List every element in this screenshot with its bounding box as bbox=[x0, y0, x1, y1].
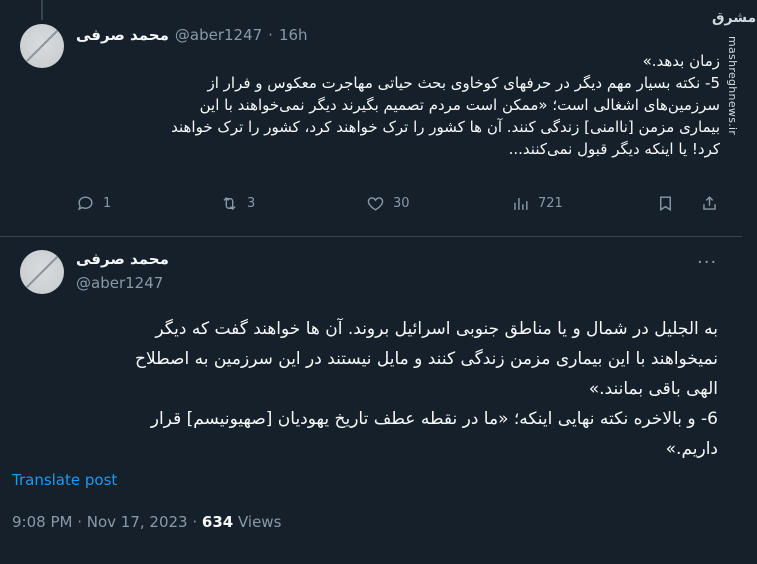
avatar[interactable] bbox=[20, 24, 64, 68]
views-icon bbox=[514, 197, 528, 210]
avatar[interactable] bbox=[20, 250, 64, 294]
tweet1-action-bar: 1 3 30 721 bbox=[76, 194, 720, 218]
tweet1-line: 5- نکته بسیار مهم دیگر در حرفهای کوخاوی … bbox=[207, 74, 720, 92]
translate-post-link[interactable]: Translate post bbox=[12, 471, 117, 489]
author-handle[interactable]: @aber1247 bbox=[175, 26, 262, 44]
views-count: 634 bbox=[201, 513, 234, 531]
views-count: 721 bbox=[538, 196, 563, 211]
tweet1-line: سرزمین‌های اشغالی است؛ «ممکن است مردم تص… bbox=[199, 96, 720, 114]
reply-button[interactable]: 1 bbox=[76, 194, 111, 213]
tweet1-header: محمد صرفی @aber1247 · 16h bbox=[76, 26, 308, 44]
share-icon bbox=[703, 196, 716, 210]
reply-count: 1 bbox=[103, 196, 112, 211]
reply-icon bbox=[77, 196, 93, 211]
author-name[interactable]: محمد صرفی bbox=[76, 26, 169, 44]
thread-connector-line bbox=[41, 0, 43, 20]
post-time[interactable]: 16h bbox=[279, 26, 308, 44]
tweet-divider bbox=[0, 236, 742, 237]
tweet2-line: نمیخواهند با این بیماری مزمن زندگی کنند … bbox=[134, 349, 718, 369]
post-timestamp[interactable]: 9:08 PM · Nov 17, 2023 · bbox=[12, 513, 202, 531]
tweet1-line: بیماری مزمن [ناامنی] زندگی کنند. آن ها ک… bbox=[171, 118, 720, 136]
author-name[interactable]: محمد صرفی bbox=[76, 250, 169, 268]
tweet2-text: به الجلیل در شمال و یا مناطق جنوبی اسرائ… bbox=[12, 314, 718, 464]
tweet2-header: محمد صرفی @aber1247 bbox=[76, 250, 169, 292]
share-button[interactable] bbox=[700, 194, 719, 213]
post-metadata: 9:08 PM · Nov 17, 2023 · 634 Views bbox=[12, 513, 281, 531]
like-count: 30 bbox=[393, 196, 410, 211]
watermark-logo: مشرق bbox=[712, 10, 757, 26]
bookmark-button[interactable] bbox=[656, 194, 675, 213]
like-icon bbox=[367, 197, 384, 211]
tweet2-line: به الجلیل در شمال و یا مناطق جنوبی اسرائ… bbox=[155, 319, 718, 339]
like-button[interactable]: 30 bbox=[366, 194, 410, 213]
tweet2-line: الهی باقی بمانند.» bbox=[588, 379, 718, 399]
more-icon[interactable]: ··· bbox=[697, 252, 717, 273]
views-button[interactable]: 721 bbox=[511, 194, 563, 213]
repost-icon bbox=[223, 196, 236, 211]
repost-button[interactable]: 3 bbox=[220, 194, 255, 213]
author-handle[interactable]: @aber1247 bbox=[76, 274, 169, 292]
tweet-thread-page: محمد صرفی @aber1247 · 16h زمان بدهد.» 5-… bbox=[0, 0, 757, 564]
tweet1-line: کرد! یا اینکه دیگر قبول نمی‌کنند... bbox=[508, 140, 720, 158]
bookmark-icon bbox=[660, 196, 671, 212]
tweet1-text: زمان بدهد.» 5- نکته بسیار مهم دیگر در حر… bbox=[76, 50, 720, 160]
repost-count: 3 bbox=[247, 196, 256, 211]
tweet2-line: داریم.» bbox=[665, 439, 718, 459]
tweet2-line: 6- و بالاخره نکته نهایی اینکه؛ «ما در نق… bbox=[150, 409, 718, 429]
tweet1-line: زمان بدهد.» bbox=[642, 52, 720, 70]
watermark-url: mashreghnews.ir bbox=[726, 36, 739, 136]
views-label: Views bbox=[233, 513, 282, 531]
separator-dot: · bbox=[268, 26, 273, 44]
